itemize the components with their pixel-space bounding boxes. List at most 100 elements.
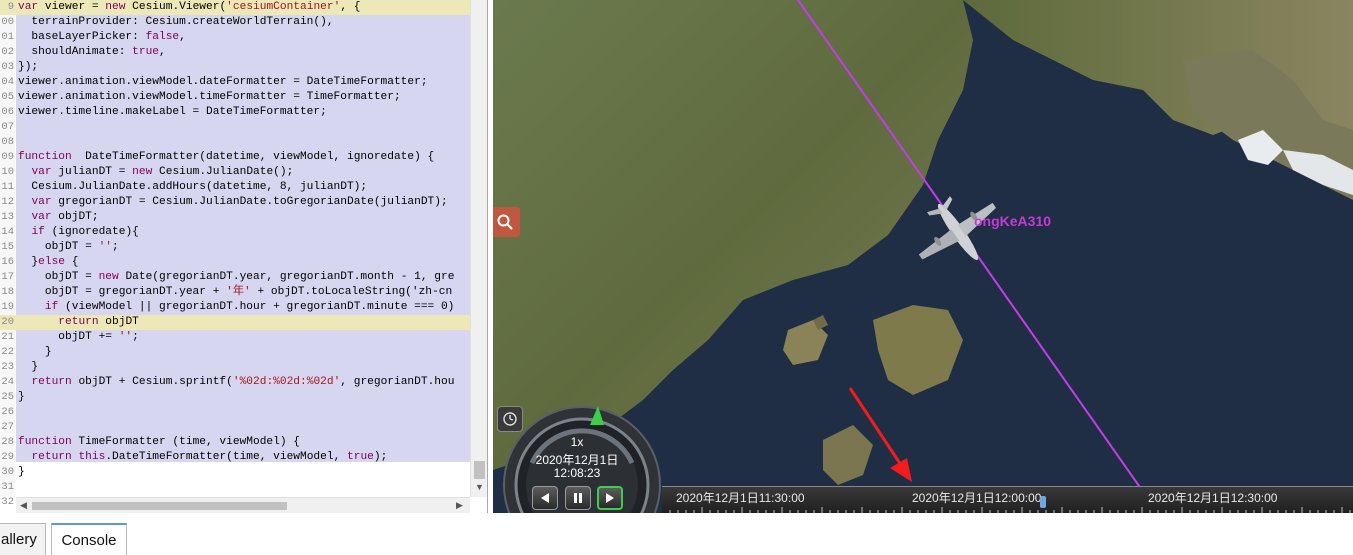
code-line[interactable]: 20 return objDT	[0, 315, 470, 330]
scroll-left-arrow-icon[interactable]: ◀	[20, 500, 27, 511]
code-line[interactable]: 14 if (ignoredate){	[0, 225, 470, 240]
bottom-tab-bar: allery Console	[0, 513, 1353, 555]
code-line[interactable]: 06 viewer.timeline.makeLabel = DateTimeFo…	[0, 105, 470, 120]
code-text: var objDT;	[31, 211, 99, 223]
code-line[interactable]: 12 var gregorianDT = Cesium.JulianDate.t…	[0, 195, 470, 210]
code-line[interactable]: 00 terrainProvider: Cesium.createWorldTe…	[0, 15, 470, 30]
code-line[interactable]: 10 var julianDT = new Cesium.JulianDate(…	[0, 165, 470, 180]
code-text: Cesium.JulianDate.addHours(datetime, 8, …	[18, 181, 368, 193]
code-text: function DateTimeFormatter(datetime, vie…	[18, 151, 435, 163]
line-number: 24	[1, 376, 14, 388]
tab-console[interactable]: Console	[51, 523, 127, 555]
play-reverse-icon	[541, 493, 549, 503]
code-line[interactable]: 26	[0, 405, 470, 420]
code-line[interactable]: 03});	[0, 60, 470, 75]
code-text: objDT += '';	[18, 331, 139, 343]
code-line[interactable]: 19 if (viewModel || gregorianDT.hour + g…	[0, 300, 470, 315]
code-text: objDT = gregorianDT.year + '年' + objDT.t…	[18, 286, 453, 298]
line-number: 09	[1, 151, 14, 163]
code-line[interactable]: 01 baseLayerPicker: false,	[0, 30, 470, 45]
animation-time: 12:08:23	[553, 466, 601, 480]
pause-button[interactable]	[565, 486, 591, 510]
code-line[interactable]: 15 objDT = '';	[0, 240, 470, 255]
code-text: function TimeFormatter (time, viewModel)…	[18, 436, 300, 448]
code-line[interactable]: 17 objDT = new Date(gregorianDT.year, gr…	[0, 270, 470, 285]
code-line[interactable]: 09 function DateTimeFormatter(datetime, v…	[0, 150, 470, 165]
code-line[interactable]: 16 }else {	[0, 255, 470, 270]
timeline-label: 2020年12月1日12:30:00	[1148, 491, 1278, 505]
code-line[interactable]: 28 function TimeFormatter (time, viewMode…	[0, 435, 470, 450]
code-text: shouldAnimate: true,	[18, 46, 166, 58]
code-text: }	[18, 391, 25, 403]
line-number: 00	[1, 16, 14, 28]
code-line[interactable]: 23 }	[0, 360, 470, 375]
line-number: 31	[1, 481, 14, 493]
line-number: 13	[1, 211, 14, 223]
search-icon	[497, 214, 513, 230]
line-number: 04	[1, 76, 14, 88]
scroll-down-arrow-icon[interactable]: ▼	[475, 482, 484, 492]
line-number: 06	[1, 106, 14, 118]
code-text: return objDT	[18, 316, 139, 328]
line-number: 03	[1, 61, 14, 73]
code-line[interactable]: 25}	[0, 390, 470, 405]
code-text: var gregorianDT = Cesium.JulianDate.toGr…	[31, 196, 448, 208]
code-text: baseLayerPicker: false,	[18, 31, 186, 43]
line-number: 01	[1, 31, 14, 43]
code-text: return this.DateTimeFormatter(time, view…	[31, 451, 388, 463]
line-number: 15	[1, 241, 14, 253]
code-line[interactable]: 31	[0, 480, 470, 495]
code-text: }	[18, 361, 39, 373]
code-line[interactable]: 24 return objDT + Cesium.sprintf('%02d:%…	[0, 375, 470, 390]
line-number: 9	[7, 1, 14, 13]
play-forward-button[interactable]	[597, 486, 623, 510]
code-line[interactable]: 18 objDT = gregorianDT.year + '年' + objD…	[0, 285, 470, 300]
line-number: 10	[1, 166, 14, 178]
line-number: 08	[1, 136, 14, 148]
code-editor[interactable]: 9 var viewer = new Cesium.Viewer('cesiumC…	[0, 0, 488, 513]
timeline[interactable]: 2020年12月1日11:30:00 2020年12月1日12:00:00 20…	[662, 486, 1353, 513]
code-line[interactable]: 27	[0, 420, 470, 435]
line-number: 27	[1, 421, 14, 433]
code-line[interactable]: 04 viewer.animation.viewModel.dateFormatt…	[0, 75, 470, 90]
geocoder-search-button[interactable]	[493, 207, 520, 237]
play-reverse-button[interactable]	[532, 486, 558, 510]
timeline-needle-icon[interactable]	[1038, 496, 1048, 510]
code-text: }else {	[18, 256, 79, 268]
code-line[interactable]: 29 return this.DateTimeFormatter(time, v…	[0, 450, 470, 465]
line-number: 20	[1, 316, 14, 328]
code-text: viewer.animation.viewModel.dateFormatter…	[18, 76, 428, 88]
tab-gallery[interactable]: allery	[0, 523, 46, 555]
line-number: 21	[1, 331, 14, 343]
line-number: 14	[1, 226, 14, 238]
cesium-viewer[interactable]: ongKeA310 1x 2020年12月1日 12:08:23 2020年12…	[493, 0, 1353, 513]
line-number: 22	[1, 346, 14, 358]
line-number: 18	[1, 286, 14, 298]
code-text: terrainProvider: Cesium.createWorldTerra…	[18, 16, 334, 28]
code-text: objDT = new Date(gregorianDT.year, grego…	[18, 271, 455, 283]
line-number: 30	[1, 466, 14, 478]
line-number: 07	[1, 121, 14, 133]
scroll-right-arrow-icon[interactable]: ▶	[456, 500, 463, 511]
code-line[interactable]: 30}	[0, 465, 470, 480]
code-line[interactable]: 22 }	[0, 345, 470, 360]
code-text: viewer.timeline.makeLabel = DateTimeForm…	[18, 106, 327, 118]
code-line[interactable]: 02 shouldAnimate: true,	[0, 45, 470, 60]
code-text: }	[18, 466, 25, 478]
code-text: if (ignoredate){	[31, 226, 139, 238]
code-line[interactable]: 9 var viewer = new Cesium.Viewer('cesiumC…	[0, 0, 470, 15]
code-line[interactable]: 08	[0, 135, 470, 150]
vertical-scrollbar-thumb[interactable]	[474, 461, 485, 479]
play-icon	[606, 493, 614, 503]
vertical-scrollbar[interactable]: ▼	[470, 0, 487, 497]
code-line[interactable]: 05 viewer.animation.viewModel.timeFormatt…	[0, 90, 470, 105]
code-line[interactable]: 13 var objDT;	[0, 210, 470, 225]
line-number: 25	[1, 391, 14, 403]
line-number: 32	[1, 496, 14, 508]
code-line[interactable]: 11 Cesium.JulianDate.addHours(datetime, …	[0, 180, 470, 195]
code-line[interactable]: 21 objDT += '';	[0, 330, 470, 345]
tab-label: Console	[61, 531, 117, 549]
horizontal-scrollbar[interactable]: ◀ ▶	[16, 497, 470, 513]
horizontal-scrollbar-thumb[interactable]	[32, 502, 287, 510]
code-line[interactable]: 07	[0, 120, 470, 135]
